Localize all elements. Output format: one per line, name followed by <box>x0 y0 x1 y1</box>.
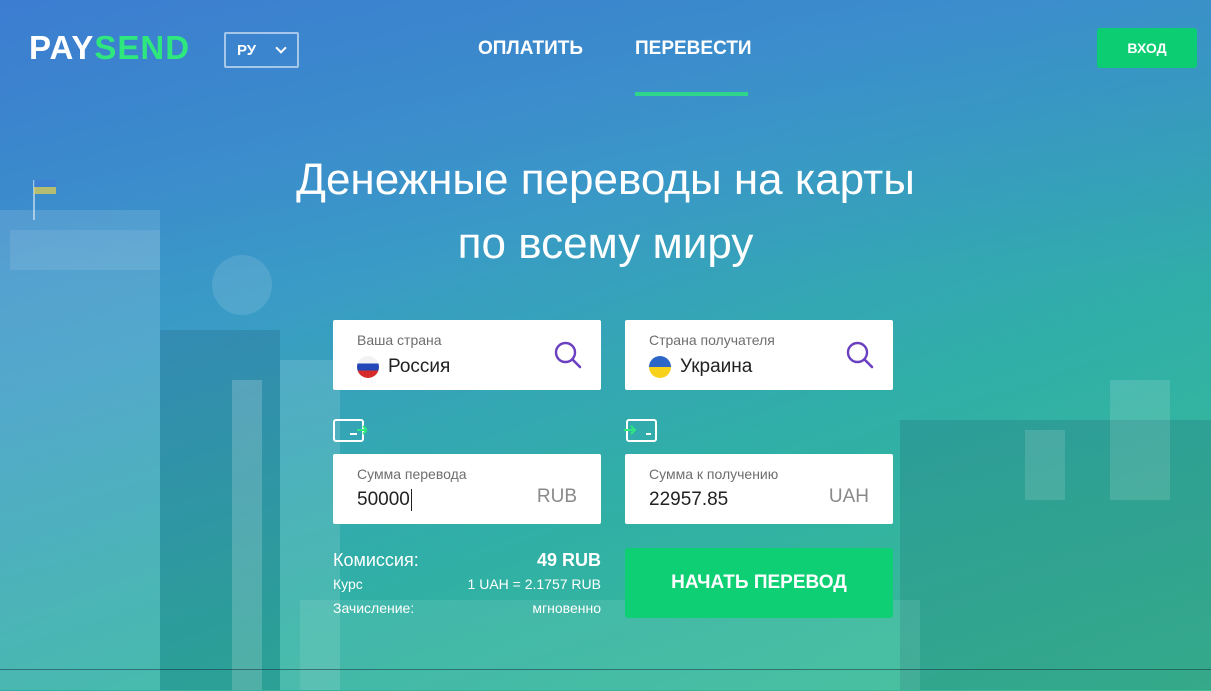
logo-text-send: SEND <box>94 29 191 66</box>
receive-amount-field[interactable]: Сумма к получению 22957.85 UAH <box>625 454 893 524</box>
send-currency: RUB <box>536 486 577 507</box>
from-country-select[interactable]: Ваша страна Россия <box>333 320 601 390</box>
transfer-summary: Комиссия: 49 RUB Курс 1 UAH = 2.1757 RUB… <box>333 550 601 624</box>
fee-value: 49 RUB <box>536 550 601 570</box>
text-cursor <box>410 489 412 511</box>
flag-ukraine-icon <box>649 356 671 378</box>
login-button[interactable]: ВХОД <box>1097 28 1197 68</box>
credit-value: мгновенно <box>532 600 601 616</box>
rate-label: Курс <box>333 576 363 592</box>
from-country-value: Россия <box>388 356 451 377</box>
card-receive-icon <box>624 419 657 442</box>
top-header: PAYSEND РУ ОПЛАТИТЬ ПЕРЕВЕСТИ ВХОД <box>0 0 1211 100</box>
credit-label: Зачисление: <box>333 600 415 616</box>
logo-text-pay: PAY <box>29 29 95 66</box>
chevron-down-icon <box>275 42 287 54</box>
paysend-logo[interactable]: PAYSEND <box>29 31 190 65</box>
hero-title-line2: по всему миру <box>457 219 754 268</box>
nav-send[interactable]: ПЕРЕВЕСТИ <box>635 38 752 60</box>
search-icon[interactable] <box>553 340 583 370</box>
to-country-value: Украина <box>680 356 753 377</box>
send-amount-input[interactable]: 50000 <box>357 489 410 511</box>
flag-russia-icon <box>357 356 379 378</box>
fee-label: Комиссия: <box>333 550 419 570</box>
rate-value: 1 UAH = 2.1757 RUB <box>467 576 601 592</box>
hero-title: Денежные переводы на карты по всему миру <box>0 148 1211 276</box>
send-amount-label: Сумма перевода <box>357 466 467 482</box>
send-amount-field[interactable]: Сумма перевода 50000 RUB <box>333 454 601 524</box>
receive-currency: UAH <box>828 486 869 507</box>
to-country-select[interactable]: Страна получателя Украина <box>625 320 893 390</box>
search-icon[interactable] <box>845 340 875 370</box>
hero-title-line1: Денежные переводы на карты <box>296 155 915 204</box>
language-value: РУ <box>237 41 257 59</box>
language-select[interactable]: РУ <box>224 32 299 68</box>
to-country-label: Страна получателя <box>649 332 775 348</box>
bottom-divider <box>0 669 1211 670</box>
receive-amount-label: Сумма к получению <box>649 466 779 482</box>
from-country-label: Ваша страна <box>357 332 442 348</box>
nav-pay[interactable]: ОПЛАТИТЬ <box>478 38 583 60</box>
receive-amount-input[interactable]: 22957.85 <box>649 489 728 511</box>
start-transfer-button[interactable]: НАЧАТЬ ПЕРЕВОД <box>625 548 893 618</box>
nav-active-indicator <box>635 92 748 96</box>
background-city-image <box>0 0 1211 691</box>
card-send-icon <box>333 419 367 442</box>
